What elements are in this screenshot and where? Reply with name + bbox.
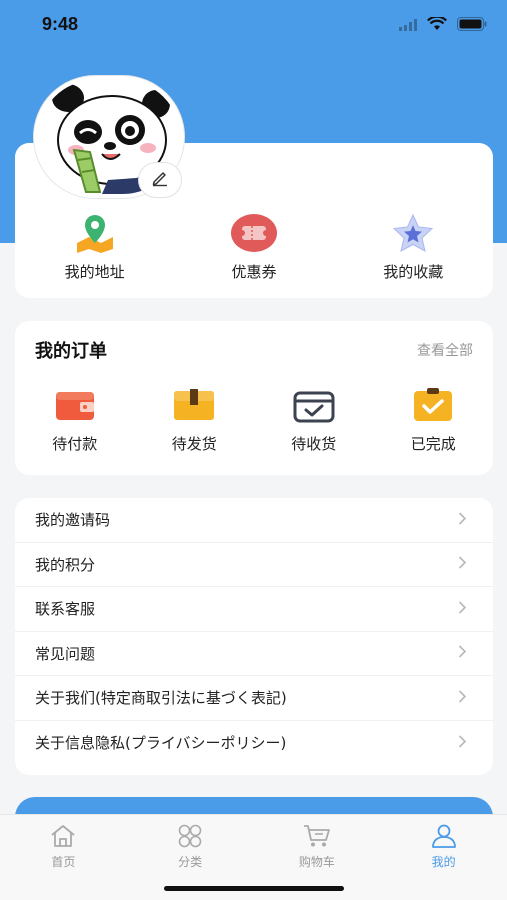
order-status-pending-payment[interactable]: 待付款 xyxy=(20,385,130,454)
quick-links: 我的地址 优惠券 我的收藏 xyxy=(15,213,493,282)
menu-item-invite-code[interactable]: 我的邀请码 xyxy=(15,498,493,543)
order-status-label: 已完成 xyxy=(410,435,456,453)
grid-icon xyxy=(176,823,204,849)
menu-item-label: 我的邀请码 xyxy=(35,511,111,530)
menu-item-label: 关于我们(特定商取引法に基づく表記) xyxy=(35,689,287,708)
chevron-right-icon xyxy=(458,688,467,707)
status-icons xyxy=(399,15,487,35)
order-status-row: 待付款 待发货 待收货 已完成 xyxy=(15,385,493,454)
menu-item-label: 我的积分 xyxy=(35,555,96,574)
order-status-to-receive[interactable]: 待收货 xyxy=(259,385,369,454)
tab-label: 首页 xyxy=(51,855,76,869)
menu-item-points[interactable]: 我的积分 xyxy=(15,543,493,587)
order-status-completed[interactable]: 已完成 xyxy=(378,385,488,454)
menu-item-label: 关于信息隐私(プライバシーポリシー) xyxy=(35,734,287,753)
menu-item-label: 联系客服 xyxy=(35,600,96,619)
order-status-to-ship[interactable]: 待发货 xyxy=(139,385,249,454)
package-icon xyxy=(170,385,218,425)
pencil-icon xyxy=(151,169,169,191)
wallet-icon xyxy=(51,385,99,425)
signal-icon xyxy=(399,16,417,35)
quick-link-label: 我的地址 xyxy=(64,263,125,281)
quick-link-favorites[interactable]: 我的收藏 xyxy=(343,213,483,282)
settings-menu: 我的邀请码 我的积分 联系客服 常见问题 关于我们(特定商取引法に基づく表記) … xyxy=(15,498,493,775)
menu-item-about-us[interactable]: 关于我们(特定商取引法に基づく表記) xyxy=(15,676,493,721)
edit-profile-button[interactable] xyxy=(138,162,182,198)
ticket-icon xyxy=(230,213,278,253)
tab-category[interactable]: 分类 xyxy=(127,823,254,870)
order-status-label: 待收货 xyxy=(291,435,337,453)
order-status-label: 待付款 xyxy=(52,435,98,453)
view-all-orders-link[interactable]: 查看全部 xyxy=(417,340,473,360)
status-time: 9:48 xyxy=(42,14,79,34)
menu-item-faq[interactable]: 常见问题 xyxy=(15,632,493,676)
tab-label: 分类 xyxy=(178,855,203,869)
quick-link-address[interactable]: 我的地址 xyxy=(25,213,165,282)
clipboard-check-icon xyxy=(409,385,457,425)
chevron-right-icon xyxy=(458,555,467,574)
tab-home[interactable]: 首页 xyxy=(0,823,127,870)
tab-label: 购物车 xyxy=(298,855,335,869)
cart-icon xyxy=(303,823,331,849)
quick-link-label: 优惠券 xyxy=(231,263,277,281)
chevron-right-icon xyxy=(458,510,467,529)
wifi-icon xyxy=(427,15,447,35)
inbox-check-icon xyxy=(290,385,338,425)
user-icon xyxy=(430,823,458,849)
quick-link-coupon[interactable]: 优惠券 xyxy=(184,213,324,282)
orders-title: 我的订单 xyxy=(35,341,107,362)
home-icon xyxy=(49,823,77,849)
battery-icon xyxy=(457,16,487,35)
menu-item-label: 常见问题 xyxy=(35,644,96,663)
map-pin-icon xyxy=(71,213,119,253)
chevron-right-icon xyxy=(458,644,467,663)
menu-item-privacy[interactable]: 关于信息隐私(プライバシーポリシー) xyxy=(15,721,493,766)
quick-link-label: 我的收藏 xyxy=(383,263,444,281)
chevron-right-icon xyxy=(458,733,467,752)
star-icon xyxy=(389,213,437,253)
chevron-right-icon xyxy=(458,599,467,618)
tab-cart[interactable]: 购物车 xyxy=(254,823,381,870)
menu-item-customer-service[interactable]: 联系客服 xyxy=(15,587,493,632)
home-indicator xyxy=(164,886,344,891)
orders-card: 我的订单 查看全部 待付款 待发货 待收货 已完成 xyxy=(15,321,493,475)
order-status-label: 待发货 xyxy=(171,435,217,453)
tab-label: 我的 xyxy=(431,855,456,869)
status-bar: 9:48 xyxy=(0,0,507,52)
tab-mine[interactable]: 我的 xyxy=(380,823,507,870)
